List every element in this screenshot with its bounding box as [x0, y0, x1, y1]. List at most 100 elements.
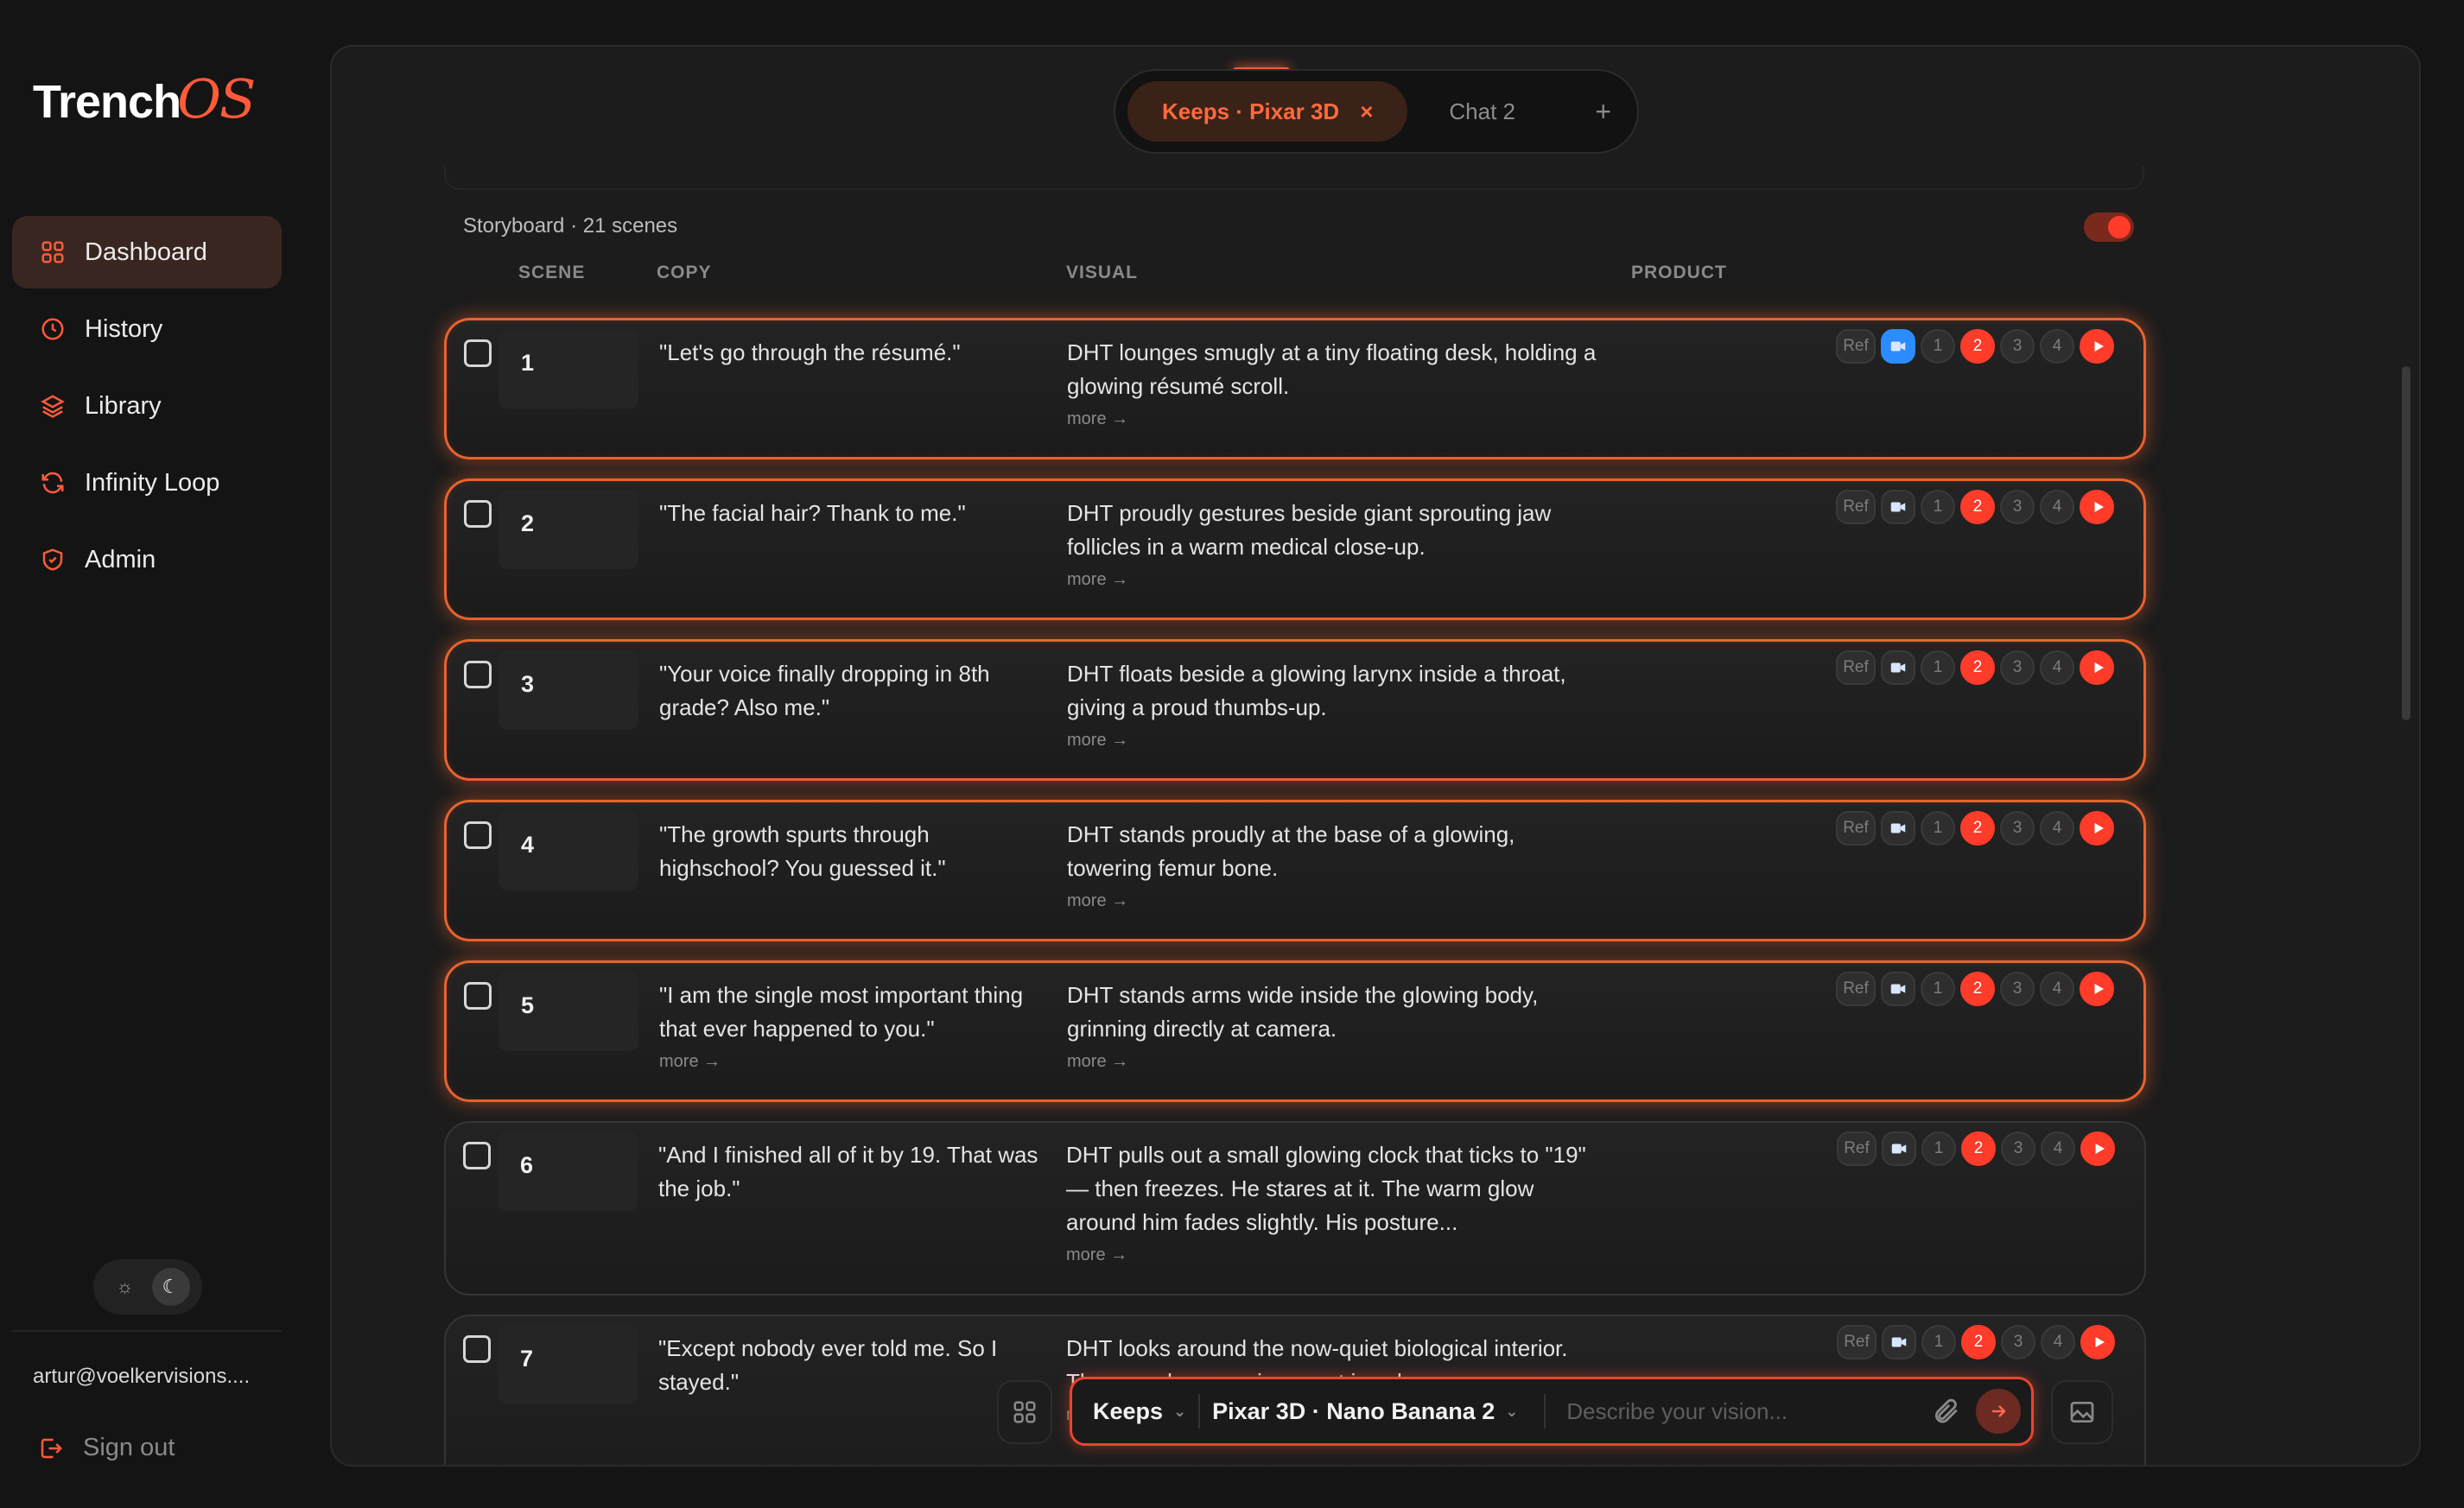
image-icon: [2070, 1402, 2094, 1422]
table-row[interactable]: 5 "I am the single most important thing t…: [444, 960, 2146, 1102]
visual-more-link[interactable]: more →: [1067, 889, 1603, 913]
variant-3-button[interactable]: 3: [2000, 811, 2035, 846]
copy-text: "I am the single most important thing th…: [659, 982, 1024, 1042]
prompt-input[interactable]: [1566, 1397, 1931, 1425]
camera-button[interactable]: [1882, 1131, 1916, 1166]
ref-button[interactable]: Ref: [1837, 1325, 1877, 1359]
scrollbar[interactable]: [2402, 366, 2410, 720]
play-button[interactable]: [2080, 1131, 2115, 1166]
variant-3-button[interactable]: 3: [2000, 972, 2035, 1006]
table-row[interactable]: 1 "Let's go through the résumé." DHT loung…: [444, 318, 2146, 459]
camera-button[interactable]: [1881, 650, 1915, 685]
ref-button[interactable]: Ref: [1836, 972, 1876, 1006]
scene-visual: DHT pulls out a small glowing clock that…: [1066, 1138, 1602, 1267]
close-icon[interactable]: ×: [1360, 98, 1373, 125]
variant-3-button[interactable]: 3: [2000, 650, 2035, 685]
send-button[interactable]: [1976, 1389, 2021, 1434]
table-row[interactable]: 4 "The growth spurts through highschool? …: [444, 800, 2146, 941]
row-checkbox[interactable]: [463, 1335, 491, 1363]
add-tab-icon[interactable]: +: [1595, 96, 1611, 128]
visual-more-link[interactable]: more →: [1066, 1243, 1602, 1267]
scene-controls: Ref 1 2 3 4: [1831, 811, 2114, 846]
variant-2-button[interactable]: 2: [1960, 650, 1995, 685]
mode-select[interactable]: Keeps ⌄: [1093, 1398, 1186, 1425]
camera-button[interactable]: [1881, 811, 1915, 846]
row-checkbox[interactable]: [463, 1142, 491, 1169]
moon-icon[interactable]: ☾: [151, 1268, 190, 1306]
camera-button[interactable]: [1881, 972, 1915, 1006]
variant-2-button[interactable]: 2: [1960, 972, 1995, 1006]
sun-icon[interactable]: ☼: [106, 1268, 144, 1306]
app-logo[interactable]: Trench OS: [33, 67, 256, 131]
variant-4-button[interactable]: 4: [2040, 329, 2074, 364]
variant-2-button[interactable]: 2: [1960, 811, 1995, 846]
table-row[interactable]: 2 "The facial hair? Thank to me." DHT prou…: [444, 478, 2146, 620]
signout-button[interactable]: Sign out: [38, 1434, 175, 1462]
theme-toggle[interactable]: ☼ ☾: [93, 1259, 202, 1315]
ref-button[interactable]: Ref: [1837, 1131, 1877, 1166]
camera-icon: [1890, 984, 1906, 994]
variant-1-button[interactable]: 1: [1921, 1325, 1956, 1359]
ref-button[interactable]: Ref: [1836, 329, 1876, 364]
camera-button[interactable]: [1882, 1325, 1916, 1359]
sidebar-item-infinity-loop[interactable]: Infinity Loop: [12, 447, 282, 519]
play-button[interactable]: [2080, 972, 2114, 1006]
ref-button[interactable]: Ref: [1836, 811, 1876, 846]
play-button[interactable]: [2080, 811, 2114, 846]
variant-4-button[interactable]: 4: [2041, 1131, 2075, 1166]
ref-button[interactable]: Ref: [1836, 490, 1876, 524]
logo-text: Trench: [33, 76, 181, 128]
row-checkbox[interactable]: [464, 661, 492, 688]
paperclip-icon[interactable]: [1931, 1397, 1960, 1426]
row-checkbox[interactable]: [464, 339, 492, 367]
variant-3-button[interactable]: 3: [2001, 1131, 2035, 1166]
copy-more-link[interactable]: more →: [659, 1049, 1039, 1074]
visual-more-link[interactable]: more →: [1067, 1049, 1603, 1074]
play-button[interactable]: [2080, 1325, 2115, 1359]
variant-3-button[interactable]: 3: [2000, 329, 2035, 364]
play-button[interactable]: [2080, 650, 2114, 685]
sidebar-item-history[interactable]: History: [12, 293, 282, 365]
tab-keeps-pixar[interactable]: Keeps · Pixar 3D ×: [1127, 81, 1408, 142]
variant-2-button[interactable]: 2: [1961, 1325, 1996, 1359]
variant-1-button[interactable]: 1: [1921, 650, 1955, 685]
variant-1-button[interactable]: 1: [1921, 972, 1955, 1006]
variant-4-button[interactable]: 4: [2040, 972, 2074, 1006]
visual-more-link[interactable]: more →: [1067, 728, 1603, 752]
variant-1-button[interactable]: 1: [1921, 329, 1955, 364]
visual-more-link[interactable]: more →: [1067, 567, 1603, 592]
variant-2-button[interactable]: 2: [1960, 490, 1995, 524]
variant-2-button[interactable]: 2: [1960, 329, 1995, 364]
camera-button[interactable]: [1881, 490, 1915, 524]
variant-4-button[interactable]: 4: [2041, 1325, 2075, 1359]
variant-2-button[interactable]: 2: [1961, 1131, 1996, 1166]
play-button[interactable]: [2080, 490, 2114, 524]
sidebar-item-admin[interactable]: Admin: [12, 523, 282, 596]
scene-thumbnail: [499, 490, 638, 569]
row-checkbox[interactable]: [464, 500, 492, 528]
visual-more-link[interactable]: more →: [1067, 407, 1603, 431]
camera-button[interactable]: [1881, 329, 1915, 364]
sidebar-item-label: Dashboard: [85, 238, 207, 266]
table-row[interactable]: 3 "Your voice finally dropping in 8th gra…: [444, 639, 2146, 781]
variant-1-button[interactable]: 1: [1921, 811, 1955, 846]
row-checkbox[interactable]: [464, 821, 492, 849]
variant-4-button[interactable]: 4: [2040, 811, 2074, 846]
grid-view-button[interactable]: [997, 1380, 1052, 1444]
variant-3-button[interactable]: 3: [2000, 490, 2035, 524]
storyboard-toggle[interactable]: [2084, 212, 2134, 242]
sidebar-item-library[interactable]: Library: [12, 370, 282, 442]
variant-4-button[interactable]: 4: [2040, 650, 2074, 685]
ref-button[interactable]: Ref: [1836, 650, 1876, 685]
image-button[interactable]: [2051, 1380, 2113, 1444]
model-select[interactable]: Pixar 3D · Nano Banana 2 ⌄: [1212, 1398, 1518, 1425]
variant-3-button[interactable]: 3: [2001, 1325, 2035, 1359]
table-row[interactable]: 6 "And I finished all of it by 19. That w…: [444, 1121, 2146, 1296]
play-button[interactable]: [2080, 329, 2114, 364]
variant-1-button[interactable]: 1: [1921, 490, 1955, 524]
row-checkbox[interactable]: [464, 982, 492, 1010]
variant-1-button[interactable]: 1: [1921, 1131, 1956, 1166]
variant-4-button[interactable]: 4: [2040, 490, 2074, 524]
sidebar-item-dashboard[interactable]: Dashboard: [12, 216, 282, 288]
tab-chat-2[interactable]: Chat 2: [1407, 81, 1550, 142]
